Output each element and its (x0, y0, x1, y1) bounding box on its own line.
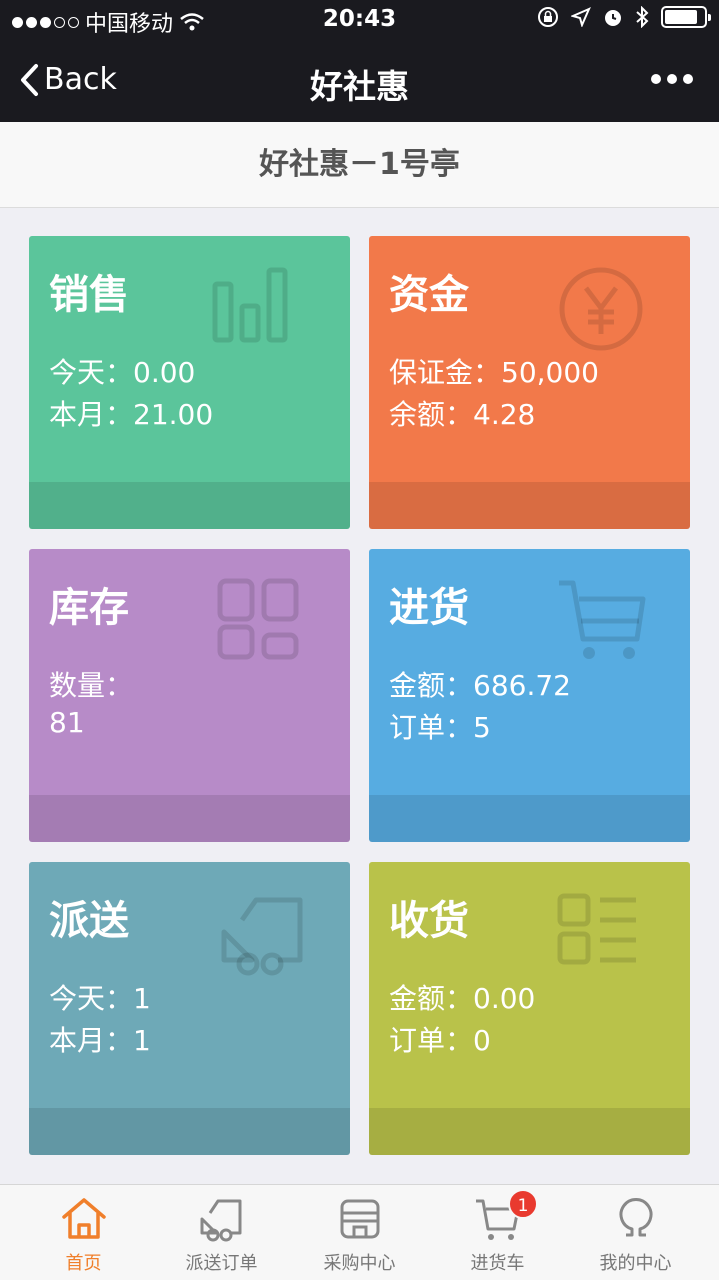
store-name: 好社惠－1号亭 (0, 122, 719, 208)
tile-footer (369, 482, 690, 529)
tile-footer (29, 795, 350, 842)
tile-footer (369, 795, 690, 842)
tile-line: 余额：4.28 (389, 398, 536, 431)
tile-purchase[interactable]: 进货 金额：686.72 订单：5 (369, 549, 690, 842)
store-icon (340, 1199, 379, 1239)
tab-label: 进货车 (470, 1253, 525, 1274)
tile-line: 订单：5 (389, 711, 491, 744)
location-icon (571, 7, 591, 27)
tile-receiving[interactable]: 收货 金额：0.00 订单：0 (369, 862, 690, 1155)
grid-icon (217, 578, 299, 660)
tab-label: 派送订单 (185, 1253, 258, 1274)
tile-delivery[interactable]: 派送 今天：1 本月：1 (29, 862, 350, 1155)
tile-title: 资金 (389, 272, 469, 318)
tile-sales[interactable]: 销售 今天：0.00 本月：21.00 (29, 236, 350, 529)
tile-line: 本月：21.00 (49, 398, 214, 431)
tile-line: 今天：0.00 (49, 356, 196, 389)
tile-title: 进货 (389, 585, 469, 631)
tile-footer (369, 1108, 690, 1155)
truck-icon (221, 897, 303, 976)
tile-funds[interactable]: 资金 保证金：50,000 余额：4.28 (369, 236, 690, 529)
bottom-tab-bar: 首页 派送订单 采购中心 1 进货车 我的中心 (0, 1184, 719, 1280)
bluetooth-icon (636, 6, 649, 28)
yen-icon (559, 267, 643, 351)
tile-inventory[interactable]: 库存 数量： 81 (29, 549, 350, 842)
bar-chart-icon (212, 267, 288, 343)
tab-label: 采购中心 (323, 1253, 396, 1274)
more-icon[interactable] (651, 74, 693, 84)
cart-icon (559, 580, 646, 659)
tile-line: 今天：1 (49, 982, 151, 1015)
tile-line: 本月：1 (49, 1024, 151, 1057)
tile-line: 81 (49, 706, 85, 739)
top-bar: 中国移动 20:43 Back 好社惠 (0, 0, 719, 122)
tile-footer (29, 482, 350, 529)
status-bar: 中国移动 20:43 (0, 0, 719, 40)
battery-icon (661, 6, 711, 28)
tile-title: 销售 (49, 272, 129, 318)
tab-delivery-orders[interactable]: 派送订单 (150, 1185, 293, 1280)
user-icon (619, 1198, 652, 1237)
tab-my-center[interactable]: 我的中心 (564, 1185, 707, 1280)
rotation-lock-icon (538, 7, 558, 27)
tile-title: 收货 (389, 898, 469, 944)
tile-footer (29, 1108, 350, 1155)
cart-badge: 1 (508, 1189, 538, 1219)
tab-cart[interactable]: 1 进货车 (426, 1185, 569, 1280)
tile-title: 派送 (49, 898, 129, 944)
nav-bar: Back 好社惠 (0, 40, 719, 122)
home-icon (61, 1198, 106, 1239)
tab-label: 我的中心 (599, 1253, 672, 1274)
status-right (537, 6, 711, 28)
tile-line: 数量： (49, 669, 134, 702)
tab-label: 首页 (65, 1253, 102, 1274)
tile-line: 订单：0 (389, 1024, 491, 1057)
page-title: 好社惠 (310, 67, 409, 106)
tile-title: 库存 (49, 585, 129, 631)
tile-line: 金额：0.00 (389, 982, 536, 1015)
alarm-icon (605, 10, 621, 26)
tab-home[interactable]: 首页 (12, 1185, 155, 1280)
list-icon (557, 893, 636, 965)
tab-procurement[interactable]: 采购中心 (288, 1185, 431, 1280)
tile-line: 保证金：50,000 (389, 356, 599, 389)
truck-icon (200, 1199, 241, 1242)
tile-line: 金额：686.72 (389, 669, 571, 702)
